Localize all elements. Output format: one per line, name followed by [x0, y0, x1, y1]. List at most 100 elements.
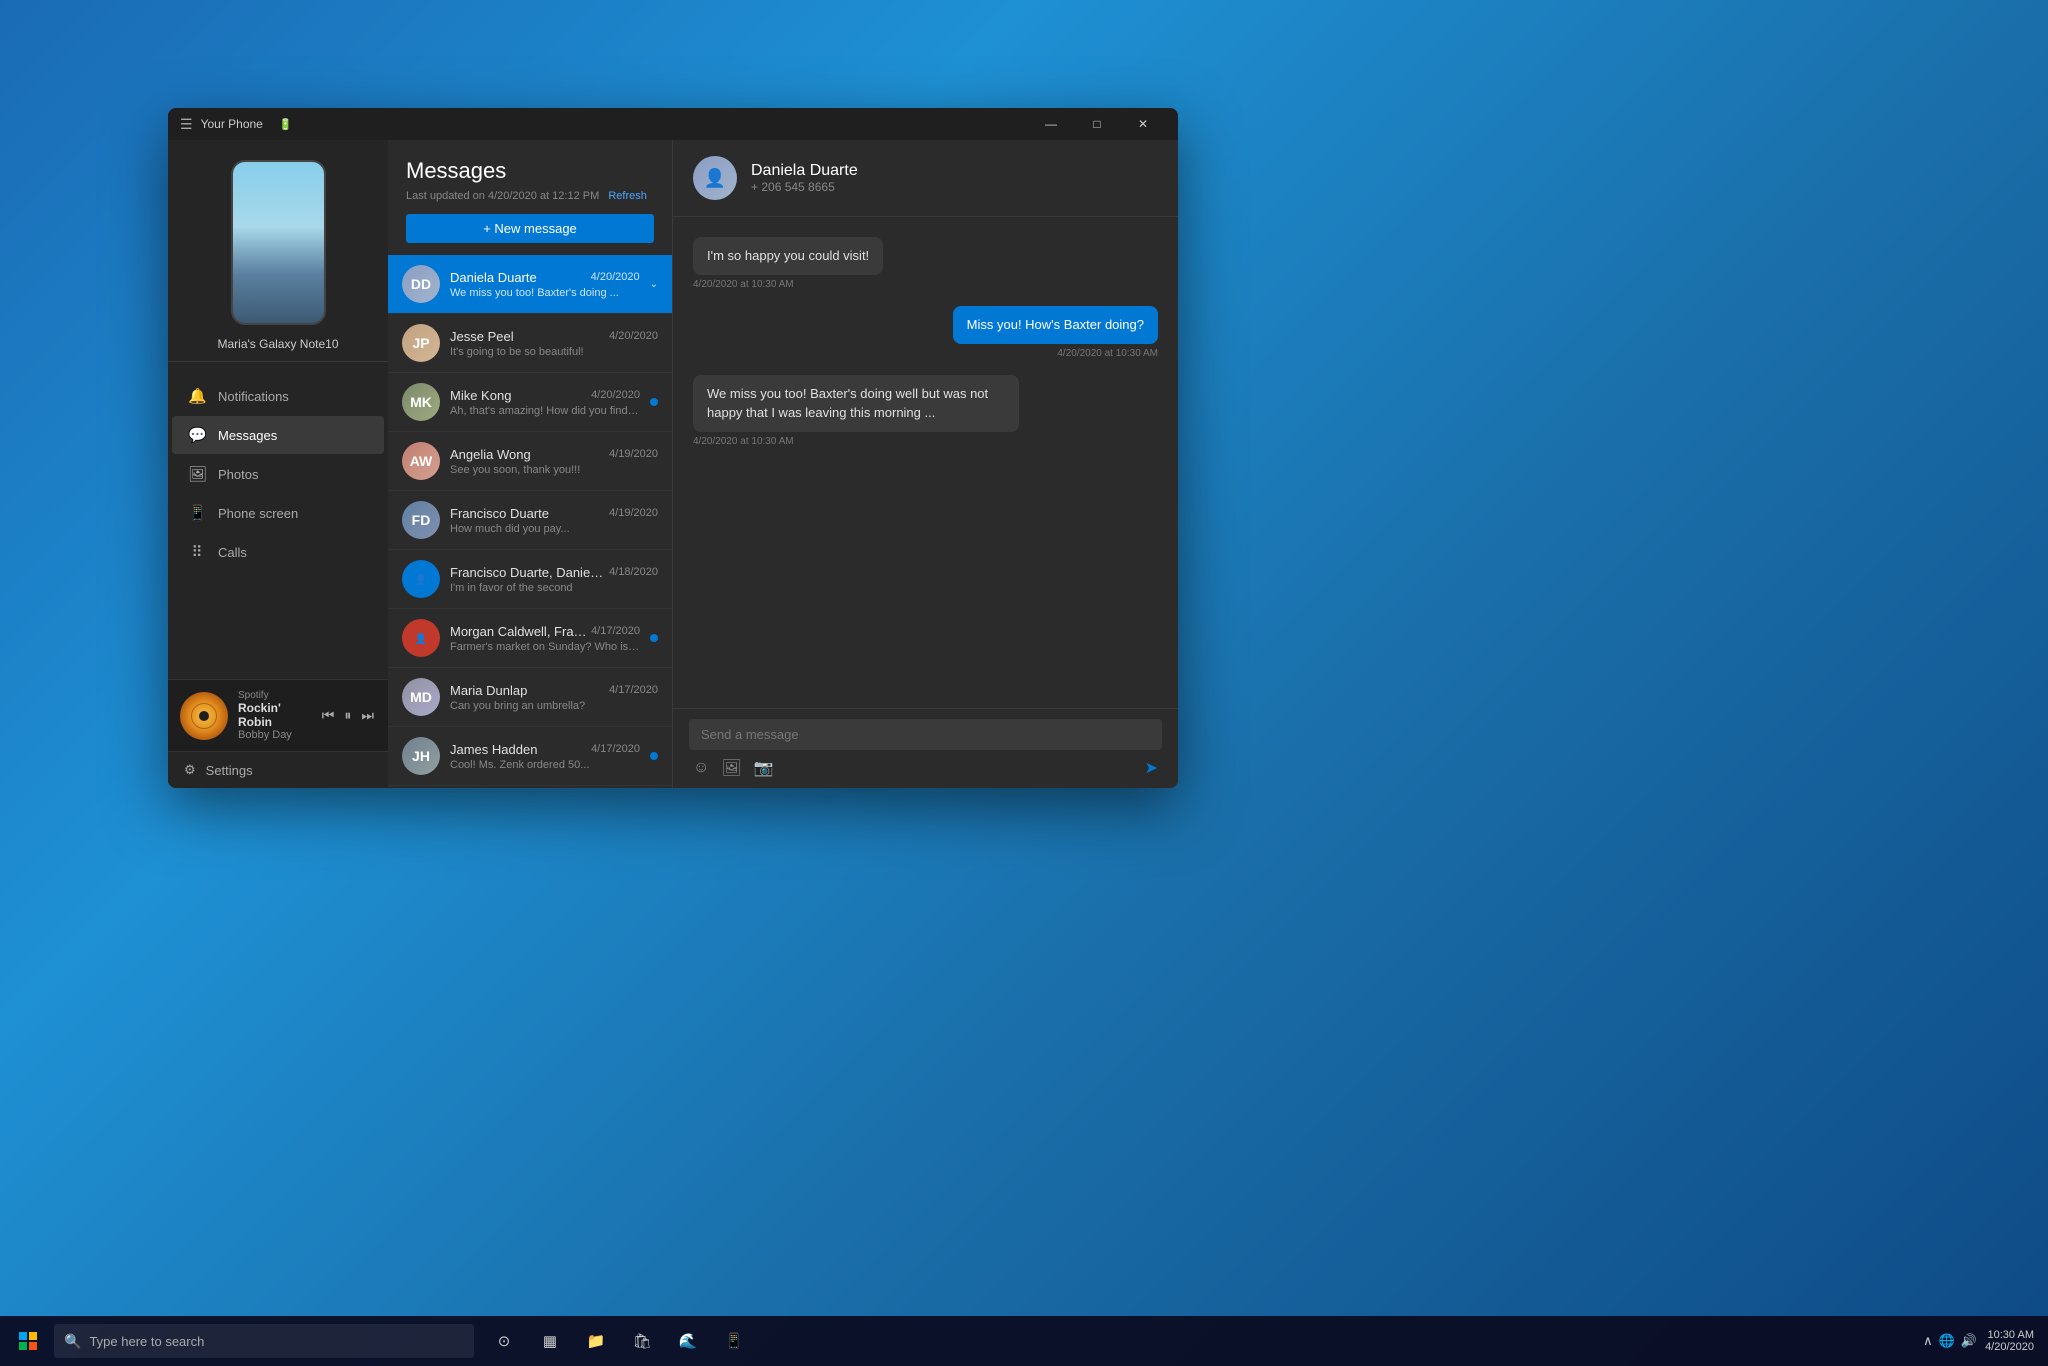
message-timestamp: 4/20/2020 at 10:30 AM	[1057, 348, 1158, 359]
title-bar-controls: — □ ✕	[1028, 108, 1166, 140]
conversation-preview: Can you bring an umbrella?	[450, 700, 658, 712]
message-input[interactable]	[701, 727, 1150, 742]
conversation-item[interactable]: 👤 Morgan Caldwell, Francisco ... 4/17/20…	[388, 609, 672, 668]
message-text: I'm so happy you could visit!	[707, 248, 869, 263]
conversation-name: Francisco Duarte, Daniela ...	[450, 565, 605, 580]
conversation-item[interactable]: DD Daniela Duarte 4/20/2020 We miss you …	[388, 255, 672, 314]
avatar: 👤	[402, 560, 440, 598]
conversation-item[interactable]: AW Angelia Wong 4/19/2020 See you soon, …	[388, 432, 672, 491]
chat-toolbar: ☺ 🖼 📷 ➤	[689, 758, 1162, 778]
photos-icon: 🖼	[188, 465, 206, 483]
conversation-item[interactable]: JP Jesse Peel 4/20/2020 It's going to be…	[388, 314, 672, 373]
conversation-info: Francisco Duarte 4/19/2020 How much did …	[450, 506, 658, 535]
conversation-item[interactable]: MD Maria Dunlap 4/17/2020 Can you bring …	[388, 668, 672, 727]
avatar: FD	[402, 501, 440, 539]
sidebar-item-messages[interactable]: 💬 Messages	[172, 416, 384, 454]
network-icon[interactable]: 🌐	[1939, 1333, 1955, 1349]
sidebar-item-calls-label: Calls	[218, 545, 247, 560]
avatar: DD	[402, 265, 440, 303]
chevron-up-icon[interactable]: ∧	[1923, 1333, 1933, 1349]
minimize-button[interactable]: —	[1028, 108, 1074, 140]
taskbar-search[interactable]: 🔍 Type here to search	[54, 1324, 474, 1358]
conversation-item[interactable]: FD Francisco Duarte 4/19/2020 How much d…	[388, 491, 672, 550]
conversation-info: Francisco Duarte, Daniela ... 4/18/2020 …	[450, 565, 658, 594]
phone-screen-background	[233, 162, 324, 323]
widgets-button[interactable]: ▦	[528, 1319, 572, 1363]
phone-area: Maria's Galaxy Note10	[168, 140, 388, 351]
conversation-item[interactable]: 👤 Morgan Caldwell, Francisco ... 4/17/20…	[388, 786, 672, 788]
message-timestamp: 4/20/2020 at 10:30 AM	[693, 436, 794, 447]
conversation-name-row: Daniela Duarte 4/20/2020	[450, 270, 640, 285]
store-button[interactable]: 🛍	[620, 1319, 664, 1363]
conversation-name: Mike Kong	[450, 388, 511, 403]
pause-button[interactable]: ⏸	[342, 705, 353, 726]
volume-icon[interactable]: 🔊	[1961, 1333, 1977, 1349]
refresh-link[interactable]: Refresh	[608, 190, 647, 202]
gif-button[interactable]: 🖼	[721, 758, 741, 778]
messages-icon: 💬	[188, 426, 206, 444]
sidebar-item-calls[interactable]: ⠿ Calls	[172, 533, 384, 571]
message-text: Miss you! How's Baxter doing?	[967, 317, 1144, 332]
sidebar-item-phone-screen[interactable]: 📱 Phone screen	[172, 494, 384, 532]
maximize-button[interactable]: □	[1074, 108, 1120, 140]
send-button[interactable]: ➤	[1145, 758, 1158, 778]
avatar: JP	[402, 324, 440, 362]
your-phone-button[interactable]: 📱	[712, 1319, 756, 1363]
app-content: Maria's Galaxy Note10 🔔 Notifications 💬 …	[168, 140, 1178, 788]
chat-panel: 👤 Daniela Duarte + 206 545 8665 I'm so h…	[673, 140, 1178, 788]
next-track-button[interactable]: ⏭	[359, 705, 376, 726]
svg-text:👤: 👤	[415, 573, 427, 586]
taskbar-clock[interactable]: 10:30 AM 4/20/2020	[1985, 1329, 2034, 1353]
settings-label: Settings	[206, 763, 253, 778]
image-button[interactable]: 📷	[754, 758, 774, 778]
title-bar-left: ☰ Your Phone 🔋	[180, 116, 1028, 133]
prev-track-button[interactable]: ⏮	[320, 705, 337, 726]
sidebar-item-photos[interactable]: 🖼 Photos	[172, 455, 384, 493]
conversation-item[interactable]: MK Mike Kong 4/20/2020 Ah, that's amazin…	[388, 373, 672, 432]
conversation-preview: Ah, that's amazing! How did you find him…	[450, 405, 640, 417]
hamburger-icon[interactable]: ☰	[180, 116, 193, 133]
conversation-name: Jesse Peel	[450, 329, 514, 344]
conversation-date: 4/19/2020	[609, 507, 658, 519]
conversation-name-row: Mike Kong 4/20/2020	[450, 388, 640, 403]
conversation-preview: Cool! Ms. Zenk ordered 50...	[450, 759, 640, 771]
conversation-name: Angelia Wong	[450, 447, 531, 462]
edge-button[interactable]: 🌊	[666, 1319, 710, 1363]
conversation-item[interactable]: 👤 Francisco Duarte, Daniela ... 4/18/202…	[388, 550, 672, 609]
title-bar-title: Your Phone	[201, 117, 263, 131]
last-updated-text: Last updated on 4/20/2020 at 12:12 PM	[406, 190, 599, 202]
conversation-date: 4/17/2020	[609, 684, 658, 696]
conversation-info: Jesse Peel 4/20/2020 It's going to be so…	[450, 329, 658, 358]
conversation-item[interactable]: JH James Hadden 4/17/2020 Cool! Ms. Zenk…	[388, 727, 672, 786]
file-explorer-button[interactable]: 📁	[574, 1319, 618, 1363]
app-window: ☰ Your Phone 🔋 — □ ✕ Maria's Galaxy Note…	[168, 108, 1178, 788]
sidebar-divider	[168, 361, 388, 362]
sidebar-item-photos-label: Photos	[218, 467, 258, 482]
svg-text:👤: 👤	[415, 632, 427, 645]
settings-item[interactable]: ⚙ Settings	[168, 751, 388, 788]
taskbar-icons: ⊙ ▦ 📁 🛍 🌊 📱	[482, 1319, 756, 1363]
sidebar-item-notifications[interactable]: 🔔 Notifications	[172, 377, 384, 415]
music-info: Spotify Rockin' Robin Bobby Day	[238, 690, 310, 741]
task-view-button[interactable]: ⊙	[482, 1319, 526, 1363]
new-message-button[interactable]: + New message	[406, 214, 654, 243]
settings-icon: ⚙	[184, 762, 196, 778]
close-button[interactable]: ✕	[1120, 108, 1166, 140]
chat-header: 👤 Daniela Duarte + 206 545 8665	[673, 140, 1178, 217]
avatar: MD	[402, 678, 440, 716]
search-placeholder: Type here to search	[89, 1334, 204, 1349]
emoji-button[interactable]: ☺	[693, 759, 709, 777]
chevron-down-icon: ⌄	[650, 279, 658, 290]
unread-indicator	[650, 634, 658, 642]
start-button[interactable]	[6, 1319, 50, 1363]
message-bubble: We miss you too! Baxter's doing well but…	[693, 375, 1019, 431]
conversation-info: Maria Dunlap 4/17/2020 Can you bring an …	[450, 683, 658, 712]
conversation-preview: It's going to be so beautiful!	[450, 346, 658, 358]
conversation-date: 4/18/2020	[609, 566, 658, 578]
sidebar-item-phone-screen-label: Phone screen	[218, 506, 298, 521]
conversation-preview: We miss you too! Baxter's doing ...	[450, 287, 640, 299]
message-bubble: Miss you! How's Baxter doing?	[953, 306, 1158, 344]
conversation-preview: How much did you pay...	[450, 523, 658, 535]
system-icons: ∧ 🌐 🔊	[1923, 1333, 1977, 1349]
conversation-name: Francisco Duarte	[450, 506, 549, 521]
